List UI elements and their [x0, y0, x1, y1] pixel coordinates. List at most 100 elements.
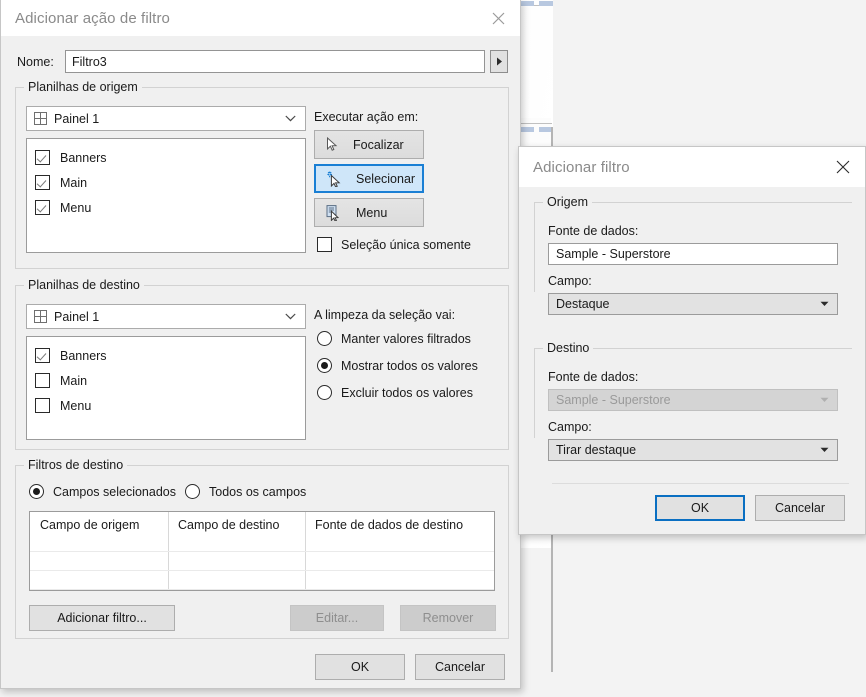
- single-select-label: Seleção única somente: [341, 237, 471, 252]
- radio-exclude-all-label: Excluir todos os valores: [341, 385, 474, 400]
- close-icon: [492, 12, 504, 24]
- close-icon: [836, 160, 850, 174]
- target-field-label: Campo:: [548, 420, 592, 434]
- action-menu-button[interactable]: Menu: [314, 198, 424, 227]
- target-field-value: Tirar destaque: [556, 443, 637, 457]
- target-datasource-label: Fonte de dados:: [548, 370, 639, 384]
- target-group-body: Fonte de dados: Sample - Superstore Camp…: [534, 341, 852, 461]
- target-sheets-group: Planilhas de destino Painel 1 Banners Ma…: [15, 278, 509, 450]
- source-field-value: Destaque: [556, 297, 610, 311]
- chevron-down-icon: [285, 115, 296, 122]
- add-filter-ok-button[interactable]: OK: [655, 495, 745, 521]
- source-field-dropdown[interactable]: Destaque: [548, 293, 838, 315]
- chevron-down-icon: [285, 313, 296, 320]
- background-rule-2: [519, 123, 552, 124]
- radio-keep-filtered[interactable]: [317, 331, 332, 346]
- caret-down-icon: [820, 301, 829, 306]
- target-sheets-listbox[interactable]: Banners Main Menu: [26, 336, 306, 440]
- target-filters-table[interactable]: Campo de origem Campo de destino Fonte d…: [29, 511, 495, 591]
- name-label: Nome:: [17, 55, 54, 69]
- checkbox-source-menu[interactable]: [35, 200, 50, 215]
- caret-down-icon: [820, 397, 829, 402]
- radio-show-all-label: Mostrar todos os valores: [341, 358, 478, 373]
- add-filter-titlebar: Adicionar filtro: [519, 147, 865, 187]
- filter-action-cancel-button[interactable]: Cancelar: [415, 654, 505, 680]
- list-item-label: Menu: [60, 200, 92, 215]
- source-group-body: Fonte de dados: Sample - Superstore Camp…: [534, 195, 852, 315]
- target-dashboard-combo[interactable]: Painel 1: [26, 304, 306, 329]
- dashboard-grid-icon: [34, 310, 47, 323]
- footer-divider: [552, 483, 849, 484]
- clearing-selection-label: A limpeza da seleção vai:: [314, 308, 456, 322]
- radio-selected-fields-label: Campos selecionados: [53, 484, 176, 499]
- name-input[interactable]: Filtro3: [65, 50, 485, 73]
- hover-cursor-icon: [327, 137, 338, 151]
- list-item-label: Banners: [60, 348, 107, 363]
- checkbox-target-main[interactable]: [35, 373, 50, 388]
- list-item[interactable]: Menu: [27, 393, 305, 418]
- source-datasource-label: Fonte de dados:: [548, 224, 639, 238]
- background-chip-3: [521, 127, 534, 132]
- row-separator-2: [30, 570, 494, 571]
- background-chip-2: [539, 1, 553, 6]
- list-item[interactable]: Main: [27, 170, 305, 195]
- list-item[interactable]: Main: [27, 368, 305, 393]
- action-focalizar-button[interactable]: Focalizar: [314, 130, 424, 159]
- row-separator-1: [30, 551, 494, 552]
- filter-action-dialog: Adicionar ação de filtro Nome: Filtro3 P…: [0, 0, 521, 689]
- add-filter-button[interactable]: Adicionar filtro...: [29, 605, 175, 631]
- list-item[interactable]: Banners: [27, 343, 305, 368]
- list-item[interactable]: Menu: [27, 195, 305, 220]
- source-datasource-input[interactable]: Sample - Superstore: [548, 243, 838, 265]
- list-item-label: Banners: [60, 150, 107, 165]
- row-separator-3: [30, 589, 494, 590]
- filter-action-title: Adicionar ação de filtro: [15, 9, 170, 27]
- radio-show-all-row[interactable]: Mostrar todos os valores: [317, 358, 478, 373]
- list-item[interactable]: Banners: [27, 145, 305, 170]
- checkbox-target-menu[interactable]: [35, 398, 50, 413]
- action-focalizar-label: Focalizar: [353, 137, 404, 152]
- source-sheets-body: Painel 1 Banners Main Menu Executar ação…: [15, 80, 509, 269]
- radio-all-fields-row[interactable]: Todos os campos: [185, 484, 306, 499]
- source-field-label: Campo:: [548, 274, 592, 288]
- radio-selected-fields-row[interactable]: Campos selecionados: [29, 484, 176, 499]
- background-chip-1: [521, 1, 534, 6]
- source-dashboard-combo[interactable]: Painel 1: [26, 106, 306, 131]
- filter-action-ok-button[interactable]: OK: [315, 654, 405, 680]
- target-filters-group: Filtros de destino Campos selecionados T…: [15, 458, 509, 639]
- radio-exclude-all[interactable]: [317, 385, 332, 400]
- action-menu-label: Menu: [356, 205, 388, 220]
- source-group: Origem Fonte de dados: Sample - Supersto…: [534, 195, 852, 315]
- single-select-checkbox-row[interactable]: Seleção única somente: [317, 237, 471, 252]
- close-button[interactable]: [476, 0, 520, 36]
- table-grid: [30, 512, 494, 590]
- list-item-label: Main: [60, 175, 88, 190]
- filter-action-titlebar: Adicionar ação de filtro: [1, 0, 520, 36]
- run-action-label: Executar ação em:: [314, 110, 419, 124]
- add-filter-dialog: Adicionar filtro Origem Fonte de dados: …: [518, 146, 866, 535]
- source-dashboard-label: Painel 1: [54, 111, 100, 126]
- list-item-label: Menu: [60, 398, 92, 413]
- checkbox-source-main[interactable]: [35, 175, 50, 190]
- checkbox-single-select[interactable]: [317, 237, 332, 252]
- dashboard-grid-icon: [34, 112, 47, 125]
- add-filter-cancel-button[interactable]: Cancelar: [755, 495, 845, 521]
- radio-all-fields-label: Todos os campos: [209, 484, 307, 499]
- edit-filter-button: Editar...: [290, 605, 384, 631]
- checkbox-target-banners[interactable]: [35, 348, 50, 363]
- close-button[interactable]: [821, 147, 865, 187]
- radio-exclude-all-row[interactable]: Excluir todos os valores: [317, 385, 473, 400]
- source-sheets-listbox[interactable]: Banners Main Menu: [26, 138, 306, 253]
- radio-keep-filtered-row[interactable]: Manter valores filtrados: [317, 331, 471, 346]
- select-cursor-icon: [327, 171, 341, 187]
- action-selecionar-label: Selecionar: [356, 171, 416, 186]
- checkbox-source-banners[interactable]: [35, 150, 50, 165]
- radio-selected-fields[interactable]: [29, 484, 44, 499]
- radio-all-fields[interactable]: [185, 484, 200, 499]
- action-selecionar-button[interactable]: Selecionar: [314, 164, 424, 193]
- name-dropdown-button[interactable]: [490, 50, 508, 73]
- list-item-label: Main: [60, 373, 88, 388]
- radio-keep-filtered-label: Manter valores filtrados: [341, 331, 471, 346]
- target-field-dropdown[interactable]: Tirar destaque: [548, 439, 838, 461]
- radio-show-all[interactable]: [317, 358, 332, 373]
